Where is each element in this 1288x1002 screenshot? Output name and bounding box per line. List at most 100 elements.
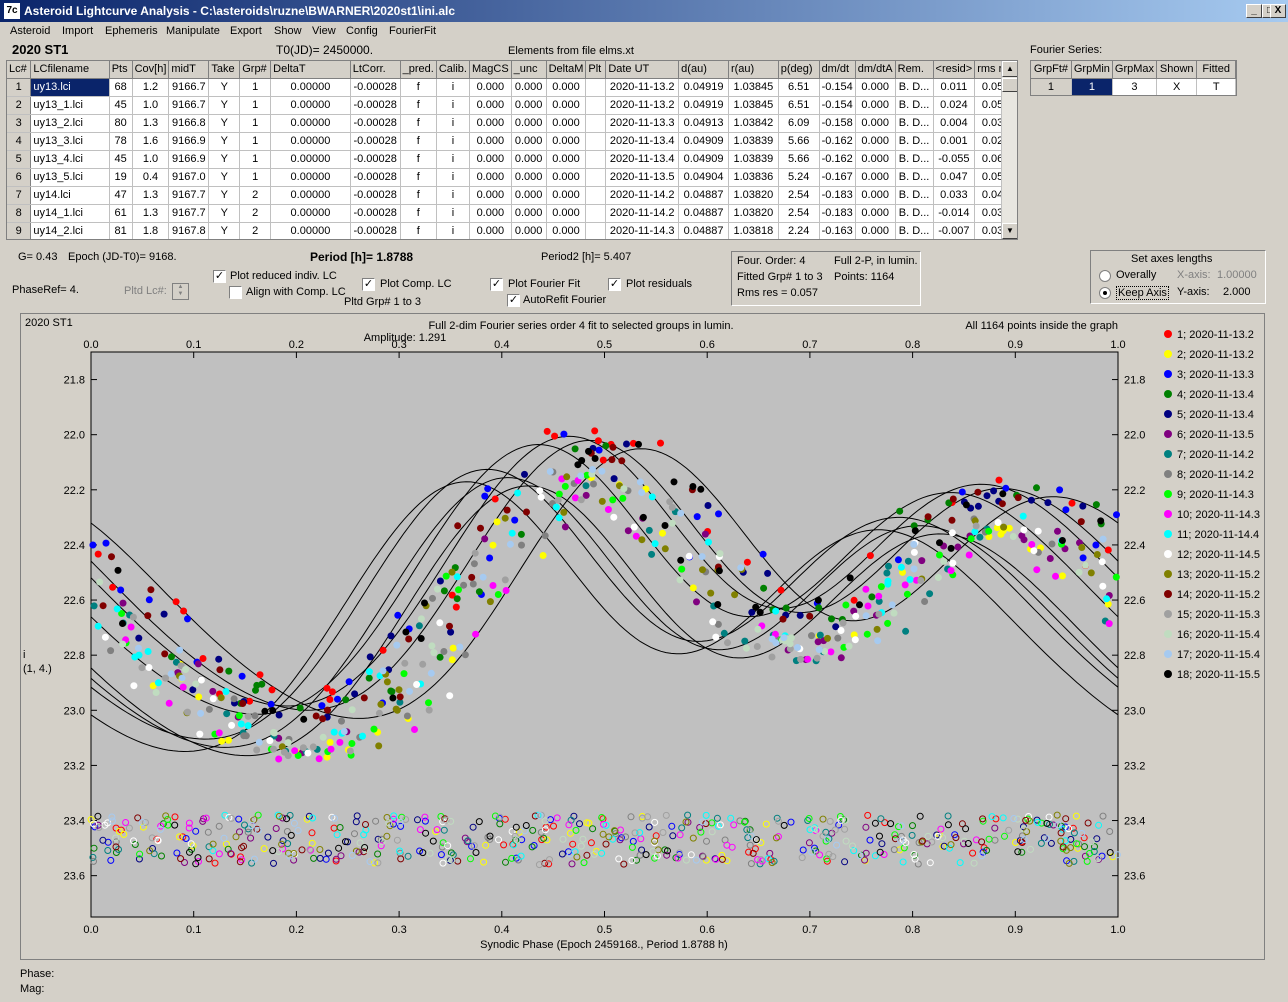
table-cell[interactable]: 0.000	[511, 186, 547, 205]
table-row[interactable]: 1 uy13.lci 68 1.2 9166.7 Y 1 0.00000 -0.00028 f i 0…	[7, 78, 1017, 97]
table-cell[interactable]: 0.04913	[678, 114, 729, 133]
table-cell[interactable]: 9166.7	[168, 96, 210, 115]
table-cell[interactable]: 2020-11-13.4	[605, 132, 680, 151]
fourier-col-grpft[interactable]: GrpFt#	[1031, 61, 1072, 79]
table-cell[interactable]: 0.000	[855, 222, 896, 239]
table-cell[interactable]: 0.04887	[678, 204, 729, 223]
table-row[interactable]: 6 uy13_5.lci 19 0.4 9167.0 Y 1 0.00000 -0.00028 f…	[7, 168, 1017, 187]
col-header[interactable]: d(au)	[678, 61, 729, 79]
table-cell[interactable]: 2020-11-13.2	[605, 78, 680, 97]
table-cell[interactable]: 0.000	[469, 222, 512, 239]
table-cell[interactable]: 2020-11-14.2	[605, 186, 680, 205]
table-cell[interactable]: uy14.lci	[30, 186, 110, 205]
table-cell[interactable]: i	[436, 186, 470, 205]
table-row[interactable]: 4 uy13_3.lci 78 1.6 9166.9 Y 1 0.00000 -0.00028 f…	[7, 132, 1017, 151]
menu-import[interactable]: Import	[62, 25, 93, 37]
table-cell[interactable]: uy13_3.lci	[30, 132, 110, 151]
col-header[interactable]: _unc	[511, 61, 547, 79]
table-cell[interactable]: 1.8	[132, 222, 170, 239]
table-cell[interactable]: 2	[239, 222, 272, 239]
table-cell[interactable]: 0.000	[546, 204, 587, 223]
table-cell[interactable]: i	[436, 168, 470, 187]
menu-view[interactable]: View	[312, 25, 336, 37]
col-header[interactable]: Lc#	[7, 61, 32, 79]
table-cell[interactable]: f	[400, 204, 437, 223]
table-cell[interactable]: 6.51	[778, 78, 820, 97]
col-header[interactable]: DeltaM	[546, 61, 587, 79]
table-row[interactable]: 2 uy13_1.lci 45 1.0 9166.7 Y 1 0.00000 -0.00028 f…	[7, 96, 1017, 115]
table-cell[interactable]: 9167.7	[168, 186, 210, 205]
table-cell[interactable]: 1.03820	[728, 186, 779, 205]
table-cell[interactable]: 0.000	[546, 222, 587, 239]
table-cell[interactable]: 9167.8	[168, 222, 210, 239]
table-cell[interactable]: Y	[208, 222, 241, 239]
table-cell[interactable]: 1	[239, 78, 272, 97]
pltd-lc-spinner[interactable]: ▲ ▼	[172, 283, 189, 300]
table-cell[interactable]: Y	[208, 78, 241, 97]
table-cell[interactable]: 0.000	[511, 150, 547, 169]
lightcurve-table[interactable]: Lc# LCfilename Pts Cov[h] midT Take Grp# DeltaT…	[6, 60, 1018, 240]
table-cell[interactable]: 81	[109, 222, 133, 239]
table-cell[interactable]: 5.66	[778, 150, 820, 169]
table-cell[interactable]: 9	[7, 222, 32, 239]
table-cell[interactable]: 6.51	[778, 96, 820, 115]
table-cell[interactable]: f	[400, 186, 437, 205]
table-cell[interactable]: 0.000	[511, 96, 547, 115]
table-cell[interactable]: -0.00028	[350, 186, 401, 205]
table-cell[interactable]: i	[436, 78, 470, 97]
table-cell[interactable]: 0.000	[469, 132, 512, 151]
table-cell[interactable]: 2020-11-14.3	[605, 222, 680, 239]
table-cell[interactable]: uy13.lci	[30, 78, 110, 97]
fourier-cell-grpmin[interactable]: 1	[1071, 78, 1113, 95]
table-cell[interactable]: 2020-11-13.4	[605, 150, 680, 169]
table-cell[interactable]: -0.007	[933, 222, 976, 239]
table-cell[interactable]: 0.04887	[678, 222, 729, 239]
table-cell[interactable]: i	[436, 150, 470, 169]
table-cell[interactable]: 1.6	[132, 132, 170, 151]
table-cell[interactable]: 1.03836	[728, 168, 779, 187]
table-cell[interactable]	[585, 150, 607, 169]
table-cell[interactable]: 8	[7, 204, 32, 223]
menu-asteroid[interactable]: Asteroid	[10, 25, 50, 37]
table-cell[interactable]: B. D...	[895, 114, 934, 133]
table-cell[interactable]: 0.000	[546, 132, 587, 151]
table-cell[interactable]: B. D...	[895, 78, 934, 97]
table-cell[interactable]	[585, 186, 607, 205]
table-cell[interactable]: 0.000	[469, 96, 512, 115]
table-cell[interactable]: 0.000	[511, 204, 547, 223]
table-cell[interactable]: 5	[7, 150, 32, 169]
table-cell[interactable]	[585, 96, 607, 115]
fourier-cell-shown[interactable]: X	[1156, 78, 1198, 95]
table-cell[interactable]	[585, 222, 607, 239]
table-cell[interactable]: 0.00000	[270, 150, 351, 169]
scroll-up-arrow-icon[interactable]: ▲	[1002, 61, 1017, 77]
table-cell[interactable]: 0.000	[469, 114, 512, 133]
table-cell[interactable]: 1.3	[132, 114, 170, 133]
menu-fourierfit[interactable]: FourierFit	[389, 25, 436, 37]
table-cell[interactable]: 6	[7, 168, 32, 187]
plot-fourier-checkbox[interactable]: ✓	[490, 278, 503, 291]
table-cell[interactable]: 2.54	[778, 204, 820, 223]
table-cell[interactable]: i	[436, 96, 470, 115]
table-cell[interactable]: f	[400, 168, 437, 187]
table-cell[interactable]: B. D...	[895, 168, 934, 187]
table-cell[interactable]: 9166.7	[168, 78, 210, 97]
table-cell[interactable]: B. D...	[895, 222, 934, 239]
fourier-col-fitted[interactable]: Fitted	[1196, 61, 1236, 79]
table-cell[interactable]: 0.000	[546, 168, 587, 187]
table-cell[interactable]: B. D...	[895, 132, 934, 151]
table-cell[interactable]: 0.00000	[270, 78, 351, 97]
table-cell[interactable]: -0.00028	[350, 114, 401, 133]
table-cell[interactable]: uy13_1.lci	[30, 96, 110, 115]
table-cell[interactable]: 0.000	[469, 186, 512, 205]
col-header[interactable]: Date UT	[605, 61, 680, 79]
table-cell[interactable]	[585, 78, 607, 97]
table-cell[interactable]: 0.4	[132, 168, 170, 187]
table-cell[interactable]: 1	[239, 96, 272, 115]
table-cell[interactable]: 1.3	[132, 204, 170, 223]
table-cell[interactable]: 1	[7, 78, 32, 97]
table-cell[interactable]: -0.014	[933, 204, 976, 223]
table-row[interactable]: 9 uy14_2.lci 81 1.8 9167.8 Y 2 0.00000 -0.00028 f…	[7, 222, 1017, 239]
plot-comp-checkbox[interactable]: ✓	[362, 278, 375, 291]
col-header[interactable]: dm/dtA	[855, 61, 896, 79]
